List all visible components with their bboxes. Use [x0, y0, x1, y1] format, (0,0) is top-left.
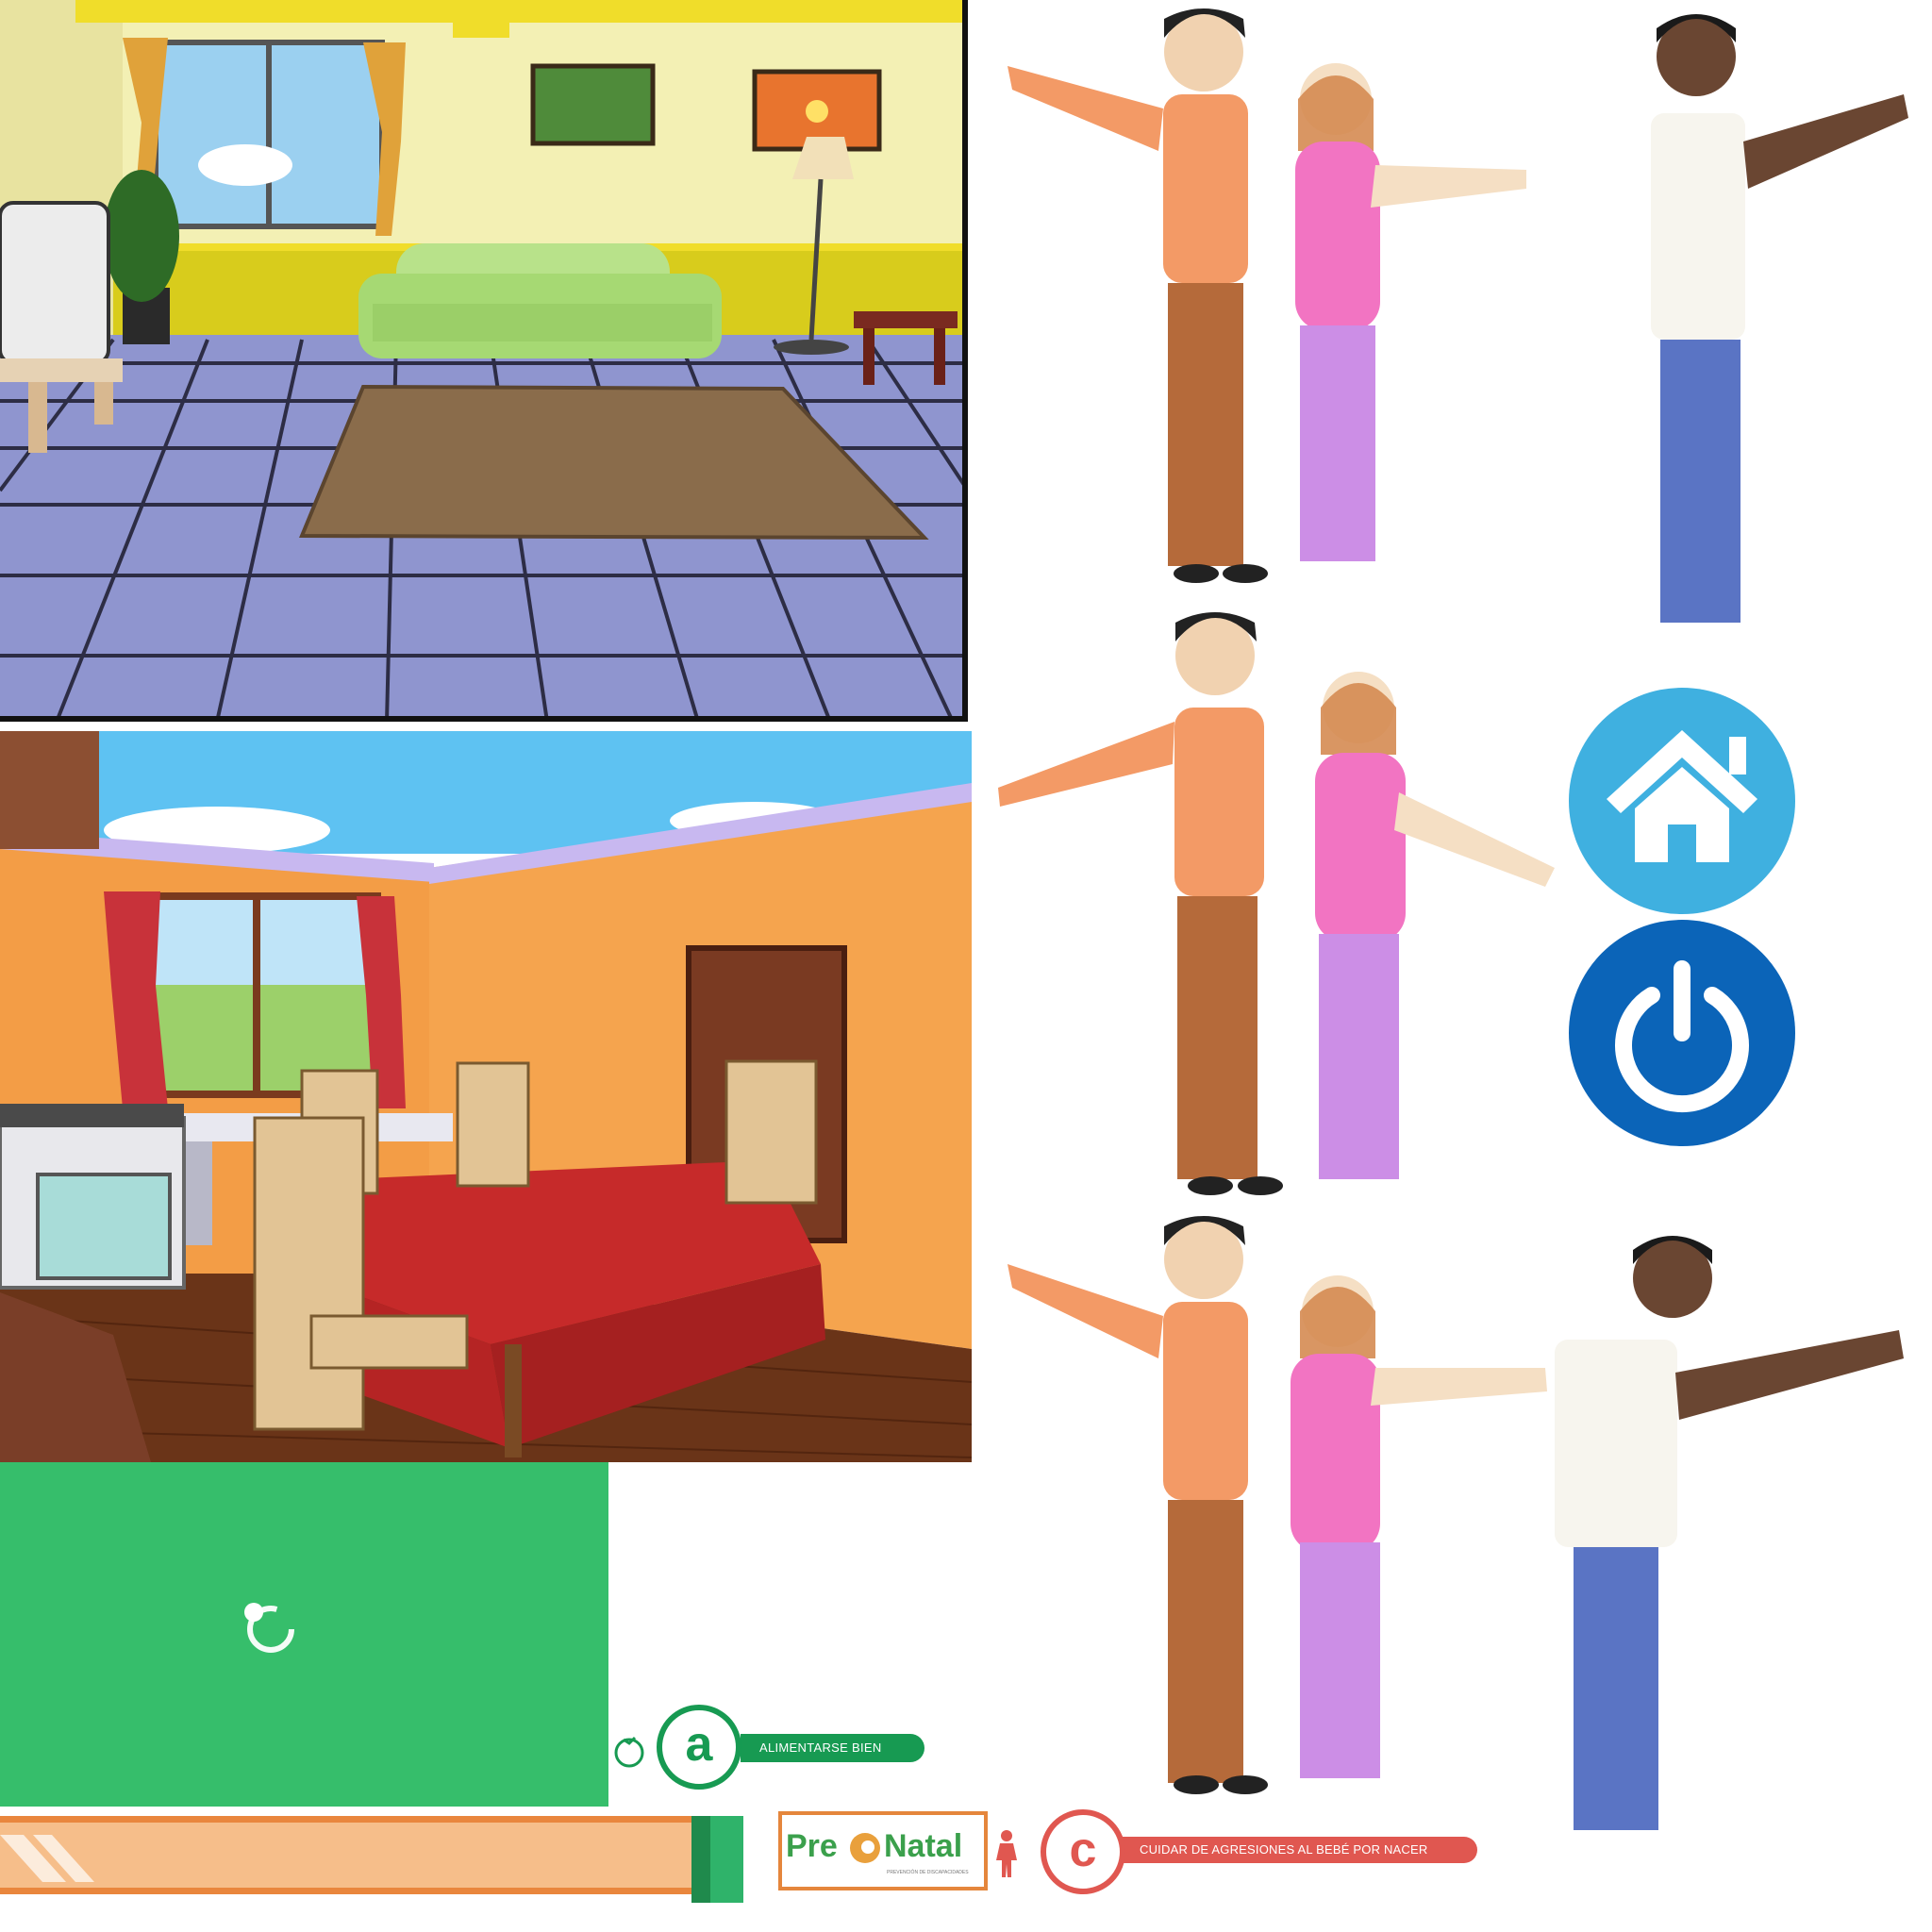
kitchen-illustration: [0, 731, 972, 1462]
logo-text-pre: Pre: [786, 1828, 838, 1864]
woman-character: [1315, 672, 1555, 1179]
tomato-icon: [614, 1736, 644, 1768]
loading-panel: [0, 1462, 608, 1807]
progress-bar-handle[interactable]: [691, 1816, 748, 1906]
home-icon: [1607, 730, 1757, 862]
man-character: [1008, 1216, 1268, 1794]
logo-subtitle: PREVENCIÓN DE DISCAPACIDADES: [887, 1870, 969, 1875]
progress-bar: [0, 1816, 703, 1894]
character-group-bottom: [1008, 1216, 1904, 1830]
home-button[interactable]: [1569, 688, 1795, 914]
badge-a-letter: a: [685, 1717, 713, 1772]
man-character: [1008, 8, 1268, 583]
doctor-character: [1555, 1236, 1904, 1830]
living-room-scene: [0, 0, 968, 722]
kitchen-scene: [0, 731, 972, 1462]
badge-a-label[interactable]: ALIMENTARSE BIEN: [741, 1734, 924, 1762]
character-group-top: [1008, 8, 1908, 623]
badge-c-letter: c: [1069, 1823, 1097, 1877]
badge-c-label[interactable]: CUIDAR DE AGRESIONES AL BEBÉ POR NACER: [1121, 1837, 1477, 1863]
baby-icon: [850, 1833, 880, 1863]
woman-character: [1291, 1275, 1547, 1778]
loading-spinner-icon: [244, 1603, 294, 1653]
doctor-character: [1651, 14, 1908, 623]
man-character: [998, 612, 1283, 1195]
logo-text-natal: Natal: [884, 1828, 963, 1864]
woman-character: [1295, 63, 1526, 561]
power-button[interactable]: [1569, 920, 1795, 1146]
living-room-illustration: [0, 0, 962, 716]
character-group-middle: [998, 612, 1555, 1195]
power-icon: [1615, 960, 1749, 1113]
pregnant-figure-icon: [996, 1830, 1017, 1877]
